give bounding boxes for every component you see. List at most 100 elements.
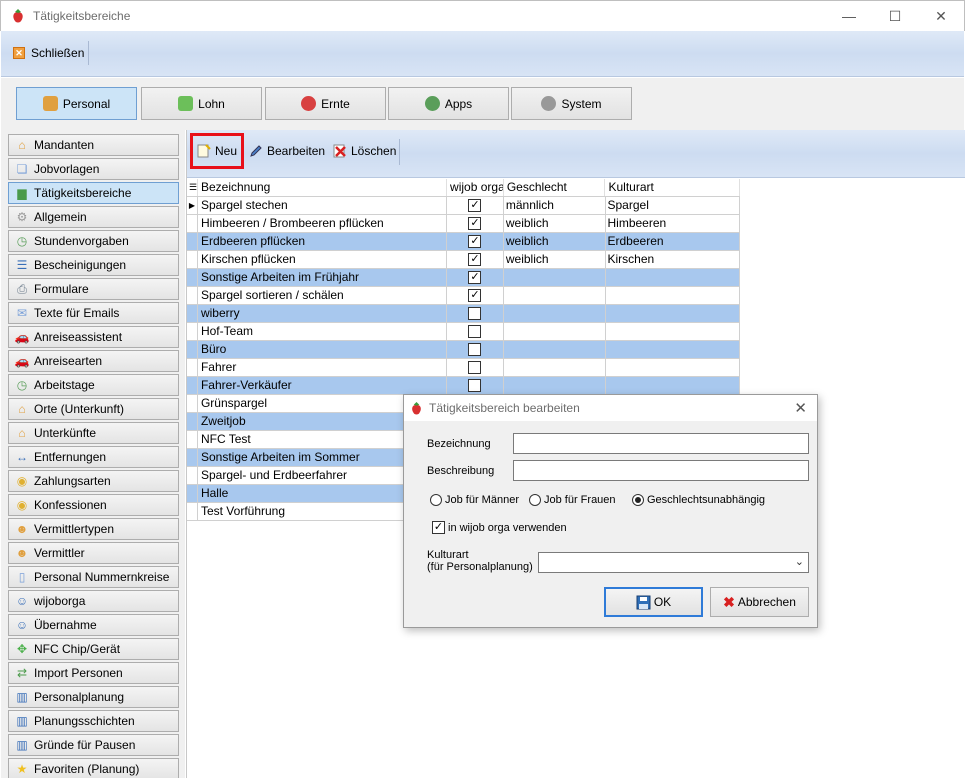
sidebar-item[interactable]: ✉ Texte für Emails <box>8 302 179 324</box>
radio-job-women[interactable]: Job für Frauen <box>529 494 616 506</box>
money-icon <box>178 96 194 111</box>
tab-ernte[interactable]: Ernte <box>265 87 386 120</box>
checkbox-unchecked[interactable] <box>468 361 482 374</box>
beschreibung-input[interactable] <box>513 460 809 481</box>
sidebar-item[interactable]: ▥ Personalplanung <box>8 686 179 708</box>
sidebar-item-label: Zahlungsarten <box>34 474 111 488</box>
bezeichnung-input[interactable] <box>513 433 809 454</box>
radio-job-men[interactable]: Job für Männer <box>430 494 519 506</box>
table-row[interactable]: Hof-Team <box>187 323 741 341</box>
sidebar-item[interactable]: ✥ NFC Chip/Gerät <box>8 638 179 660</box>
sidebar-item[interactable]: ☻ Vermittlertypen <box>8 518 179 540</box>
cell-kulturart: Spargel <box>606 197 741 214</box>
cell-geschlecht <box>504 359 606 376</box>
table-row[interactable]: Erdbeeren pflücken ✓ weiblich Erdbeeren <box>187 233 741 251</box>
table-row[interactable]: Fahrer-Verkäufer <box>187 377 741 395</box>
cell-geschlecht: weiblich <box>504 233 606 250</box>
window-title: Tätigkeitsbereiche <box>33 9 131 23</box>
sidebar-item[interactable]: ❏ Jobvorlagen <box>8 158 179 180</box>
checkbox-checked[interactable]: ✓ <box>468 253 482 266</box>
column-header[interactable]: Bezeichnung <box>198 179 448 196</box>
strawberry-icon <box>301 96 317 111</box>
tab-lohn[interactable]: Lohn <box>141 87 262 120</box>
clock-icon: ◷ <box>16 234 28 248</box>
column-header[interactable]: Kulturart <box>605 179 740 196</box>
sidebar-item[interactable]: ☻ Vermittler <box>8 542 179 564</box>
table-row[interactable]: Spargel sortieren / schälen ✓ <box>187 287 741 305</box>
house-icon: ⌂ <box>18 426 26 440</box>
new-button[interactable]: Neu <box>194 138 240 164</box>
sidebar-item[interactable]: ◉ Zahlungsarten <box>8 470 179 492</box>
sidebar-item[interactable]: ★ Favoriten (Planung) <box>8 758 179 778</box>
tab-apps[interactable]: Apps <box>388 87 509 120</box>
table-row[interactable]: ▶ Spargel stechen ✓ männlich Spargel <box>187 197 741 215</box>
checkbox-unchecked[interactable] <box>468 325 482 338</box>
sidebar-item[interactable]: ◉ Konfessionen <box>8 494 179 516</box>
checkbox-checked[interactable]: ✓ <box>468 235 482 248</box>
maximize-button[interactable]: ☐ <box>872 1 918 31</box>
template-icon: ❏ <box>16 162 28 176</box>
sidebar-item[interactable]: ▆ Tätigkeitsbereiche <box>8 182 179 204</box>
tab-personal[interactable]: Personal <box>16 87 137 120</box>
cancel-button[interactable]: ✖ Abbrechen <box>710 587 809 617</box>
sidebar-item[interactable]: ☰ Bescheinigungen <box>8 254 179 276</box>
table-row[interactable]: Kirschen pflücken ✓ weiblich Kirschen <box>187 251 741 269</box>
table-row[interactable]: Sonstige Arbeiten im Frühjahr ✓ <box>187 269 741 287</box>
sidebar-item-label: Allgemein <box>34 210 87 224</box>
checkbox-checked[interactable]: ✓ <box>468 199 482 212</box>
table-row[interactable]: Fahrer <box>187 359 741 377</box>
column-header[interactable]: wijob orga <box>447 179 504 196</box>
checkbox-unchecked[interactable] <box>468 307 482 320</box>
tab-system[interactable]: System <box>511 87 632 120</box>
checkbox-unchecked[interactable] <box>468 343 482 356</box>
sidebar-item-label: Personal Nummernkreise <box>34 570 170 584</box>
sidebar-item[interactable]: ◷ Stundenvorgaben <box>8 230 179 252</box>
sidebar-item[interactable]: ◷ Arbeitstage <box>8 374 179 396</box>
sidebar-item[interactable]: ⌂ Unterkünfte <box>8 422 179 444</box>
strawberry-icon <box>412 401 421 415</box>
sidebar-item-label: Jobvorlagen <box>34 162 100 176</box>
sidebar-item[interactable]: ▥ Gründe für Pausen <box>8 734 179 756</box>
sidebar-item[interactable]: ↔ Entfernungen <box>8 446 179 468</box>
close-window-button[interactable]: ✕ <box>918 1 964 31</box>
sidebar-item[interactable]: ⎙ Formulare <box>8 278 179 300</box>
checkbox-unchecked[interactable] <box>468 379 482 392</box>
column-header[interactable]: Geschlecht <box>504 179 606 196</box>
cell-kulturart: Himbeeren <box>606 215 741 232</box>
radio-gender-neutral[interactable]: Geschlechtsunabhängig <box>632 494 765 506</box>
dialog-close-icon[interactable]: ✕ <box>794 399 807 417</box>
sidebar-item-label: Vermittler <box>34 546 85 560</box>
sidebar-item[interactable]: ▥ Planungsschichten <box>8 710 179 732</box>
table-row[interactable]: Büro <box>187 341 741 359</box>
minimize-button[interactable]: — <box>826 1 872 31</box>
sidebar-item[interactable]: ⇄ Import Personen <box>8 662 179 684</box>
sidebar-item[interactable]: ⚙ Allgemein <box>8 206 179 228</box>
delete-button[interactable]: Löschen <box>330 138 399 164</box>
row-indicator <box>187 449 198 466</box>
import-icon: ⇄ <box>16 666 28 680</box>
sidebar-item-label: Stundenvorgaben <box>34 234 129 248</box>
edit-button[interactable]: Bearbeiten <box>246 138 328 164</box>
sidebar-item-label: Vermittlertypen <box>34 522 115 536</box>
sidebar-item[interactable]: 🚗 Anreisearten <box>8 350 179 372</box>
checkbox-checked[interactable]: ✓ <box>468 271 482 284</box>
column-chooser-icon[interactable]: ☰ <box>187 179 198 196</box>
close-button[interactable]: ✕ Schließen <box>9 41 90 65</box>
sidebar-item[interactable]: ☺ wijoborga <box>8 590 179 612</box>
sidebar-item[interactable]: 🚗 Anreiseassistent <box>8 326 179 348</box>
checkbox-checked[interactable]: ✓ <box>468 289 482 302</box>
cell-geschlecht <box>504 377 606 394</box>
sidebar-item[interactable]: ▯ Personal Nummernkreise <box>8 566 179 588</box>
ok-button[interactable]: OK <box>604 587 703 617</box>
wijob-orga-checkbox[interactable]: ✓ in wijob orga verwenden <box>432 521 567 534</box>
sidebar-item[interactable]: ⌂ Orte (Unterkunft) <box>8 398 179 420</box>
table-row[interactable]: Himbeeren / Brombeeren pflücken ✓ weiblich… <box>187 215 741 233</box>
window-titlebar: Tätigkeitsbereiche — ☐ ✕ <box>0 0 965 31</box>
checkbox-checked[interactable]: ✓ <box>468 217 482 230</box>
table-row[interactable]: wiberry <box>187 305 741 323</box>
cell-wijob-orga <box>447 341 504 358</box>
kulturart-select[interactable]: ⌄ <box>538 552 809 573</box>
sidebar-item-label: Personalplanung <box>34 690 125 704</box>
sidebar-item[interactable]: ⌂ Mandanten <box>8 134 179 156</box>
sidebar-item[interactable]: ☺ Übernahme <box>8 614 179 636</box>
